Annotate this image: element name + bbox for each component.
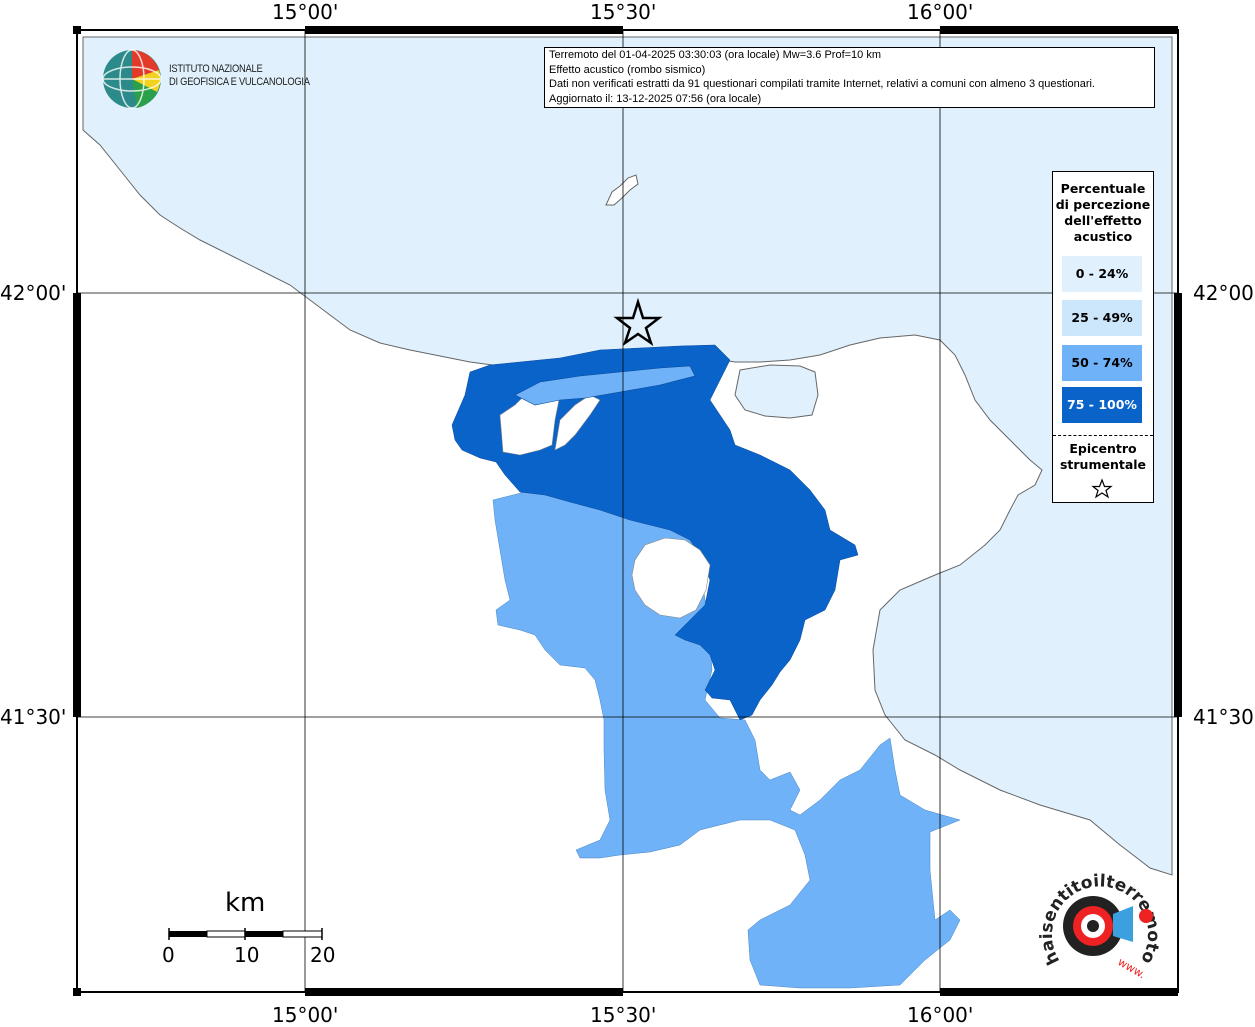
legend-separator <box>1053 435 1153 436</box>
event-info-line-4: Aggiornato il: 13-12-2025 07:56 (ora loc… <box>549 93 762 106</box>
ingv-logo-icon <box>102 49 162 109</box>
haisentito-logo-icon: haisentitoilterremoto.it www. <box>1035 856 1163 981</box>
legend-title-line-4: acustico <box>1073 229 1133 244</box>
event-info-line-1: Terremoto del 01-04-2025 03:30:03 (ora l… <box>549 49 882 61</box>
lat-label-right-41-30: 41°30' <box>1193 705 1255 729</box>
logo-line-2: DI GEOFISICA E VULCANOLOGIA <box>169 76 310 88</box>
lesina-lagoon <box>734 364 819 419</box>
legend-title-line-3: dell'effetto <box>1064 213 1142 228</box>
legend-item-75-100: 75 - 100% <box>1062 387 1142 423</box>
legend-item-50-74: 50 - 74% <box>1062 345 1142 381</box>
legend-title: Percentuale di percezione dell'effetto a… <box>1053 181 1153 245</box>
lat-label-left-42-00: 42°00' <box>0 281 67 305</box>
scale-tick-20: 20 <box>310 943 336 967</box>
legend-title-line-2: di percezione <box>1055 197 1151 212</box>
event-info-line-3: Dati non verificati estratti da 91 quest… <box>549 78 1095 91</box>
map-canvas[interactable] <box>73 26 1182 996</box>
event-info-box: Terremoto del 01-04-2025 03:30:03 (ora l… <box>544 47 1155 108</box>
legend-epicenter-line-1: Epicentro <box>1069 441 1137 456</box>
lon-label-bottom-16-00: 16°00' <box>907 1003 974 1027</box>
scale-tick-10: 10 <box>234 943 260 967</box>
lon-label-bottom-15-30: 15°30' <box>590 1003 657 1027</box>
scale-unit: km <box>225 888 266 918</box>
lon-label-top-15-30: 15°30' <box>590 0 657 24</box>
legend-item-25-49: 25 - 49% <box>1062 300 1142 336</box>
legend-item-0-24: 0 - 24% <box>1062 256 1142 292</box>
ingv-logo-text: ISTITUTO NAZIONALE DI GEOFISICA E VULCAN… <box>169 63 310 89</box>
scale-bar <box>168 928 323 940</box>
lat-label-right-42-00: 42°00' <box>1193 281 1255 305</box>
logo-line-1: ISTITUTO NAZIONALE <box>169 63 263 75</box>
map-frame <box>73 26 1182 996</box>
lat-label-left-41-30: 41°30' <box>0 705 67 729</box>
legend-star-icon <box>1091 478 1113 499</box>
legend: Percentuale di percezione dell'effetto a… <box>1052 171 1154 503</box>
legend-epicenter-line-2: strumentale <box>1059 457 1147 472</box>
lon-label-bottom-15-00: 15°00' <box>272 1003 339 1027</box>
legend-epicenter-label: Epicentro strumentale <box>1053 441 1153 473</box>
lon-label-top-16-00: 16°00' <box>907 0 974 24</box>
lon-label-top-15-00: 15°00' <box>272 0 339 24</box>
scale-tick-0: 0 <box>162 943 175 967</box>
legend-title-line-1: Percentuale <box>1060 181 1146 196</box>
event-info-line-2: Effetto acustico (rombo sismico) <box>549 63 706 76</box>
